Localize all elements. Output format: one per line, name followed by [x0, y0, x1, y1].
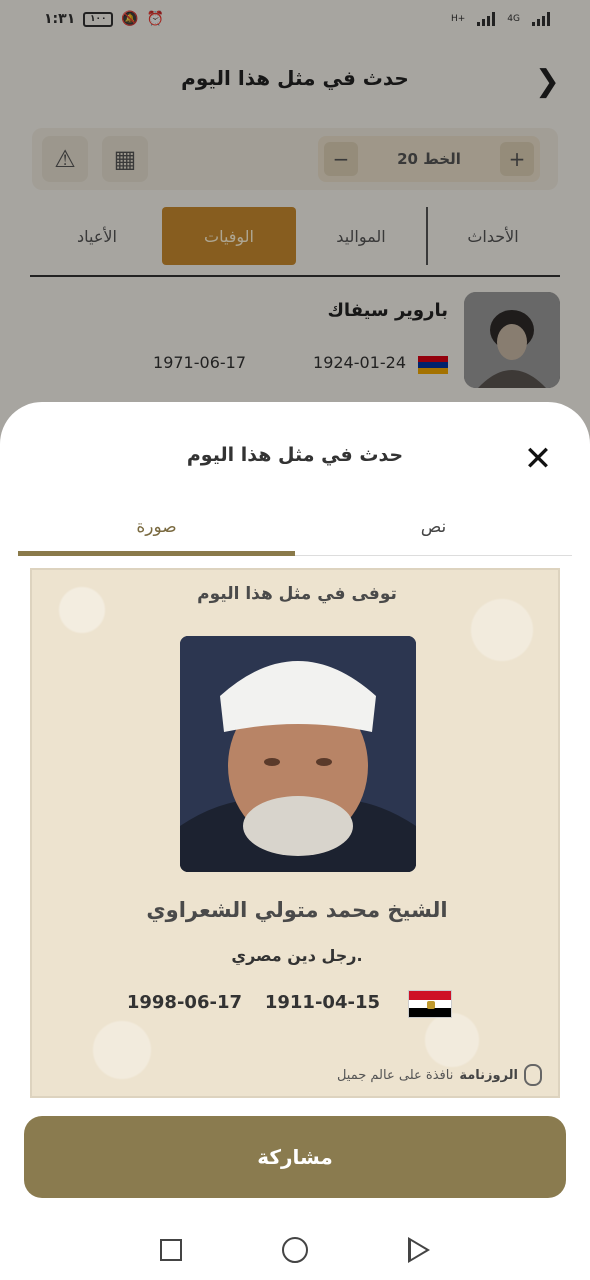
brand-footer: الروزنامة نافذة على عالم جميل	[337, 1064, 542, 1086]
close-icon[interactable]: ✕	[520, 442, 556, 478]
card-description: رجل دين مصري.	[231, 946, 363, 965]
card-death-date: 1998-06-17	[126, 992, 242, 1013]
brand-name: الروزنامة	[459, 1067, 518, 1083]
brand-tagline: نافذة على عالم جميل	[336, 1067, 454, 1083]
back-icon[interactable]	[408, 1237, 430, 1263]
system-nav-bar	[0, 1220, 590, 1280]
tab-image[interactable]: صورة	[18, 498, 295, 556]
card-person-name: الشيخ محمد متولي الشعراوي	[146, 898, 448, 922]
eagle-emblem	[427, 1001, 435, 1009]
share-button[interactable]: مشاركة	[24, 1116, 566, 1198]
brand-logo-icon	[524, 1064, 542, 1086]
egypt-flag-icon	[408, 990, 452, 1018]
share-card: توفى في مثل هذا اليوم الشيخ محمد متولي ا…	[30, 568, 560, 1098]
sheet-title: حدث في مثل هذا اليوم	[186, 444, 404, 466]
share-sheet: حدث في مثل هذا اليوم ✕ نص صورة توفى في م…	[0, 402, 590, 1280]
tab-text[interactable]: نص	[295, 498, 572, 555]
card-heading: توفى في مثل هذا اليوم	[197, 584, 397, 604]
card-birth-date: 1911-04-15	[264, 992, 380, 1013]
recents-icon[interactable]	[160, 1239, 182, 1261]
sheet-tabs: نص صورة	[18, 498, 572, 556]
home-icon[interactable]	[282, 1237, 308, 1263]
card-photo	[180, 636, 416, 872]
